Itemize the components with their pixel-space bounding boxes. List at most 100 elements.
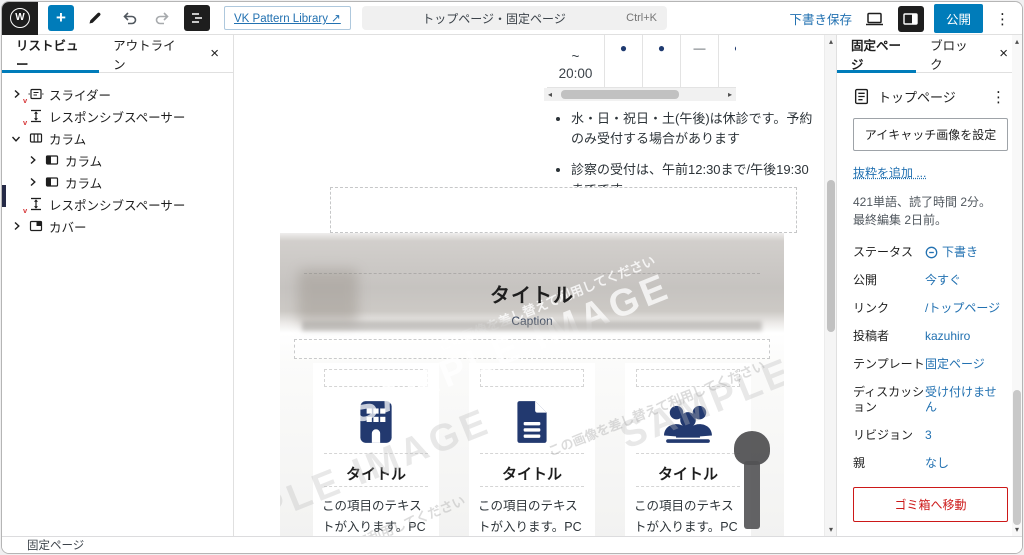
card-title[interactable]: タイトル [634, 463, 742, 484]
card-spacer-block[interactable] [636, 369, 740, 387]
card-spacer-block[interactable] [324, 369, 428, 387]
bullet-item[interactable]: 水・日・祝日・土(午後)は休診です。予約のみ受付する場合があります [571, 109, 813, 149]
preview-button[interactable] [862, 6, 888, 32]
vk-badge-icon: v [23, 97, 27, 105]
columns-block-icon [27, 130, 44, 147]
cover-caption[interactable]: Caption [304, 314, 760, 328]
vk-badge-icon: v [23, 119, 27, 127]
block-divider [324, 453, 428, 461]
tree-item-responsive-spacer-2[interactable]: v レスポンシブスペーサー [10, 193, 233, 215]
scroll-up-icon[interactable]: ▴ [1012, 37, 1022, 46]
block-divider [480, 453, 584, 461]
tree-item-column-1[interactable]: カラム [10, 149, 233, 171]
discussion-value[interactable]: 受け付けません [925, 385, 1008, 415]
chevron-right-icon[interactable] [10, 89, 22, 99]
card-spacer-block[interactable] [480, 369, 584, 387]
cover-block[interactable]: SAMPLE IMAGE SAMPLE IMAGE SAMPLE IMAGE こ… [280, 233, 784, 536]
table-cell-closed[interactable]: — [681, 35, 719, 87]
add-excerpt-link[interactable]: 抜粋を追加 ... [853, 164, 1008, 181]
save-draft-button[interactable]: 下書き保存 [789, 9, 852, 28]
link-value[interactable]: /トップページ [925, 301, 1000, 316]
parent-value[interactable]: なし [925, 456, 949, 471]
editor-header: W + VK Pattern Library ↗ トップページ・固定ページ Ct… [2, 2, 1022, 35]
tree-item-columns[interactable]: カラム [10, 127, 233, 149]
card-text[interactable]: この項目のテキストが入ります。PCで見た時に概ね3行くらい推奨です。 [478, 496, 586, 536]
time-range-tilde: ~ [572, 49, 580, 64]
scroll-up-icon[interactable]: ▴ [825, 37, 836, 46]
close-list-view-button[interactable]: × [196, 35, 233, 72]
card-text[interactable]: この項目のテキストが入ります。PCで見た時に概ね3行くらい推奨です。 [634, 496, 742, 536]
feature-card-2[interactable]: タイトル この項目のテキストが入ります。PCで見た時に概ね3行くらい推奨です。 [469, 363, 595, 536]
set-featured-image-button[interactable]: アイキャッチ画像を設定 [853, 118, 1008, 151]
pencil-icon [87, 10, 103, 26]
publish-button[interactable]: 公開 [934, 4, 983, 33]
feature-card-3[interactable]: タイトル この項目のテキストが入ります。PCで見た時に概ね3行くらい推奨です。 [625, 363, 751, 536]
row-label: 親 [853, 456, 925, 471]
settings-scrollbar[interactable]: ▴ ▾ [1012, 35, 1022, 536]
plus-icon: + [56, 8, 66, 28]
table-cell-time[interactable]: ~ 20:00 [547, 35, 605, 87]
tree-item-responsive-spacer[interactable]: v レスポンシブスペーサー [10, 105, 233, 127]
page-options-menu-button[interactable]: ⋮ [989, 88, 1008, 106]
closing-time: 20:00 [559, 66, 593, 81]
chevron-right-icon[interactable] [10, 221, 22, 231]
table-cell-open[interactable]: ● [643, 35, 681, 87]
table-cell-open[interactable]: ● [719, 35, 736, 87]
tab-list-view[interactable]: リストビュー [2, 35, 99, 72]
undo-button[interactable] [116, 5, 142, 31]
vk-pattern-library-link[interactable]: VK Pattern Library ↗ [224, 6, 351, 30]
breadcrumb[interactable]: 固定ページ [27, 537, 84, 553]
scrollbar-thumb[interactable] [561, 90, 679, 99]
options-menu-button[interactable]: ⋮ [993, 10, 1012, 28]
tab-outline[interactable]: アウトライン [99, 35, 196, 72]
tab-block-settings[interactable]: ブロック [916, 35, 985, 72]
cover-title[interactable]: タイトル [304, 279, 760, 308]
empty-block-placeholder[interactable] [330, 187, 797, 233]
card-title[interactable]: タイトル [478, 463, 586, 484]
status-value[interactable]: 下書き [925, 245, 978, 260]
chevron-right-icon[interactable] [26, 155, 38, 165]
scrollbar-thumb[interactable] [1013, 390, 1021, 525]
document-icon [507, 397, 557, 447]
canvas-vertical-scrollbar[interactable]: ▴ ▾ [824, 35, 836, 536]
tree-item-label: カラム [49, 129, 86, 148]
author-value[interactable]: kazuhiro [925, 329, 970, 344]
revisions-value[interactable]: 3 [925, 428, 932, 443]
tools-pencil-button[interactable] [82, 5, 108, 31]
publish-time-value[interactable]: 今すぐ [925, 273, 961, 288]
scroll-left-icon[interactable]: ◂ [544, 90, 556, 99]
chevron-right-icon[interactable] [26, 177, 38, 187]
scroll-down-icon[interactable]: ▾ [1012, 525, 1022, 534]
scrollbar-thumb[interactable] [827, 180, 835, 332]
business-hours-table[interactable]: ~ 20:00 ● ● — ● ● [547, 35, 736, 88]
card-title[interactable]: タイトル [322, 463, 430, 484]
tree-item-slider[interactable]: v スライダー [10, 83, 233, 105]
command-palette[interactable]: トップページ・固定ページ Ctrl+K [362, 6, 667, 30]
editor-canvas[interactable]: ~ 20:00 ● ● — ● ● ◂ ▸ 水・日・祝日・土(午後)は休診です。… [235, 35, 836, 536]
chevron-down-icon[interactable] [10, 134, 22, 143]
scroll-right-icon[interactable]: ▸ [724, 90, 736, 99]
template-value[interactable]: 固定ページ [925, 357, 985, 372]
redo-icon [154, 11, 172, 26]
block-divider [636, 486, 740, 492]
redo-button[interactable] [150, 5, 176, 31]
tree-item-cover[interactable]: カバー [10, 215, 233, 237]
tree-item-label: カラム [65, 151, 102, 170]
move-to-trash-button[interactable]: ゴミ箱へ移動 [853, 487, 1008, 522]
feature-card-1[interactable]: タイトル この項目のテキストが入ります。PCで見た時に概ね3行くらい推奨です。 [313, 363, 439, 536]
scroll-down-icon[interactable]: ▾ [825, 525, 836, 534]
wordpress-logo-button[interactable]: W [2, 2, 38, 35]
table-horizontal-scrollbar[interactable]: ◂ ▸ [544, 88, 736, 101]
cover-block-icon [27, 218, 44, 235]
list-view-toggle-button[interactable] [184, 5, 210, 31]
spacer-block[interactable] [294, 339, 770, 359]
card-text[interactable]: この項目のテキストが入ります。PCで見た時に概ね3行くらい推奨です。 [322, 496, 430, 536]
table-cell-open[interactable]: ● [605, 35, 643, 87]
cover-heading-block[interactable]: タイトル Caption [304, 273, 760, 328]
block-inserter-button[interactable]: + [48, 5, 74, 31]
draft-status-icon [925, 246, 938, 259]
tree-item-column-2[interactable]: カラム [10, 171, 233, 193]
tab-page-settings[interactable]: 固定ページ [837, 35, 916, 72]
settings-sidebar-toggle[interactable] [898, 6, 924, 32]
row-label: リンク [853, 301, 925, 316]
